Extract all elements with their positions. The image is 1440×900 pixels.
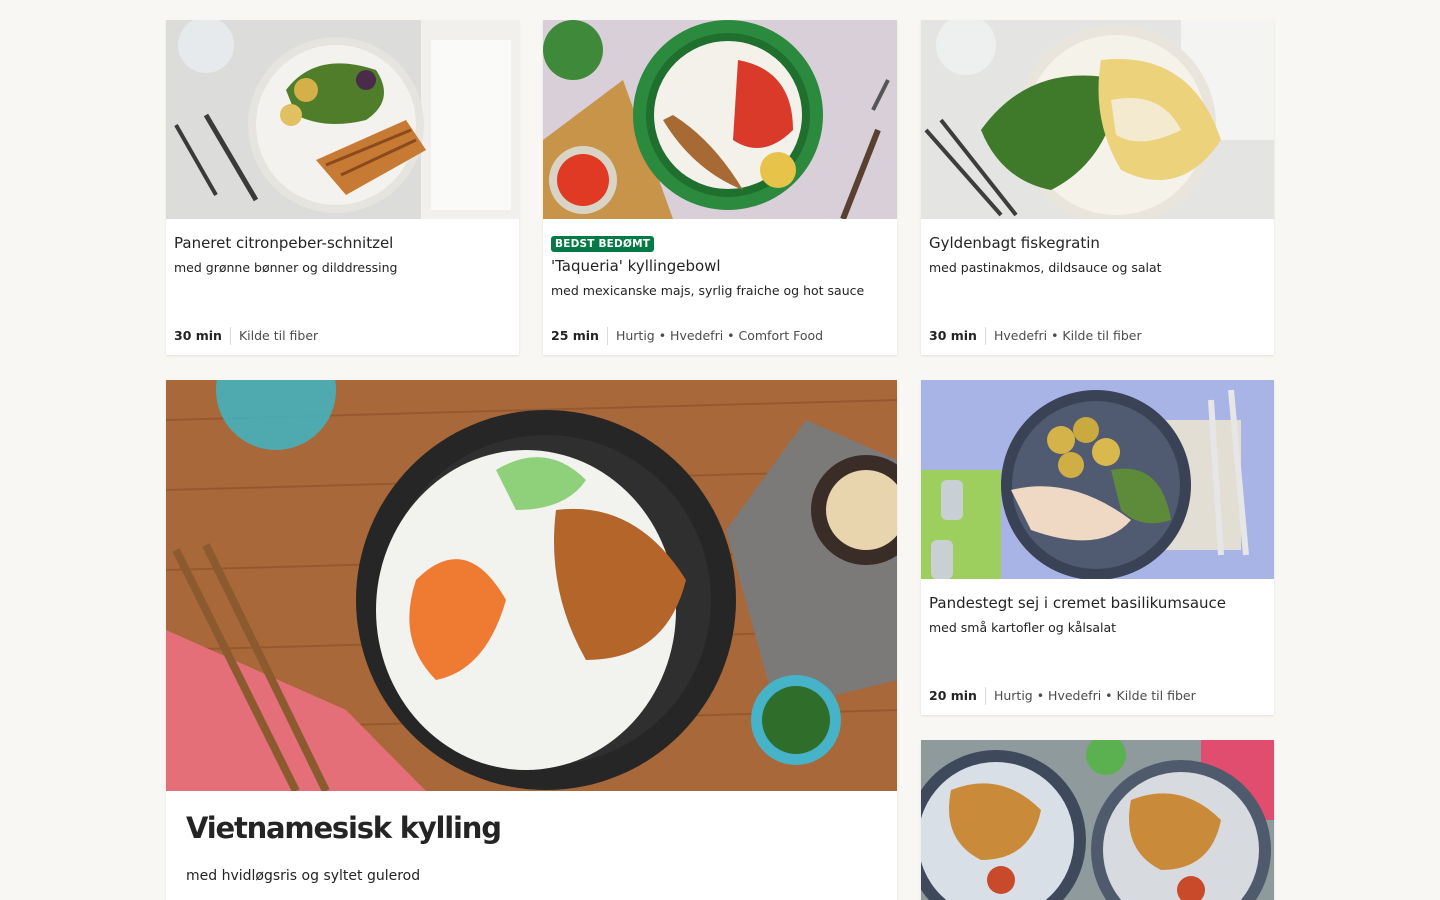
recipe-meta: 30 min Kilde til fiber [174,327,318,345]
recipe-meta: 20 min Hurtig • Hvedefri • Kilde til fib… [929,687,1196,705]
recipe-card[interactable]: Gyldenbagt fiskegratin med pastinakmos, … [921,20,1274,355]
cook-time: 30 min [929,327,986,345]
recipe-tags: Kilde til fiber [238,328,319,343]
recipe-card[interactable]: Pandestegt sej i cremet basilikumsauce m… [921,380,1274,715]
cook-time: 25 min [551,327,608,345]
recipe-image[interactable] [921,380,1274,579]
recipe-subtitle: med mexicanske majs, syrlig fraiche og h… [551,283,865,298]
top-rated-badge: BEDST BEDØMT [551,236,655,252]
recipe-tags: Hurtig • Hvedefri • Comfort Food [615,328,824,343]
recipe-title[interactable]: Gyldenbagt fiskegratin [929,232,1266,254]
recipe-title[interactable]: Pandestegt sej i cremet basilikumsauce [929,592,1266,614]
featured-recipe-subtitle: med hvidløgsris og syltet gulerod [186,868,421,884]
recipe-card[interactable] [921,740,1274,900]
recipe-subtitle: med små kartofler og kålsalat [929,620,1117,635]
featured-recipe-card[interactable]: Vietnamesisk kylling med hvidløgsris og … [166,380,897,900]
recipe-subtitle: med pastinakmos, dildsauce og salat [929,260,1162,275]
recipe-card[interactable]: BEDST BEDØMT 'Taqueria' kyllingebowl med… [543,20,897,355]
recipe-image[interactable] [921,20,1274,219]
recipe-card[interactable]: Paneret citronpeber-schnitzel med grønne… [166,20,519,355]
cook-time: 20 min [929,687,986,705]
featured-recipe-title[interactable]: Vietnamesisk kylling [186,808,502,848]
recipe-meta: 30 min Hvedefri • Kilde til fiber [929,327,1142,345]
recipe-image[interactable] [166,20,519,219]
featured-recipe-image[interactable] [166,380,897,791]
recipe-meta: 25 min Hurtig • Hvedefri • Comfort Food [551,327,823,345]
recipe-title[interactable]: 'Taqueria' kyllingebowl [551,255,889,277]
recipe-image[interactable] [921,740,1274,900]
recipe-tags: Hvedefri • Kilde til fiber [993,328,1142,343]
recipe-title[interactable]: Paneret citronpeber-schnitzel [174,232,511,254]
recipe-tags: Hurtig • Hvedefri • Kilde til fiber [993,688,1196,703]
recipe-subtitle: med grønne bønner og dilddressing [174,260,398,275]
cook-time: 30 min [174,327,231,345]
recipe-image[interactable] [543,20,897,219]
